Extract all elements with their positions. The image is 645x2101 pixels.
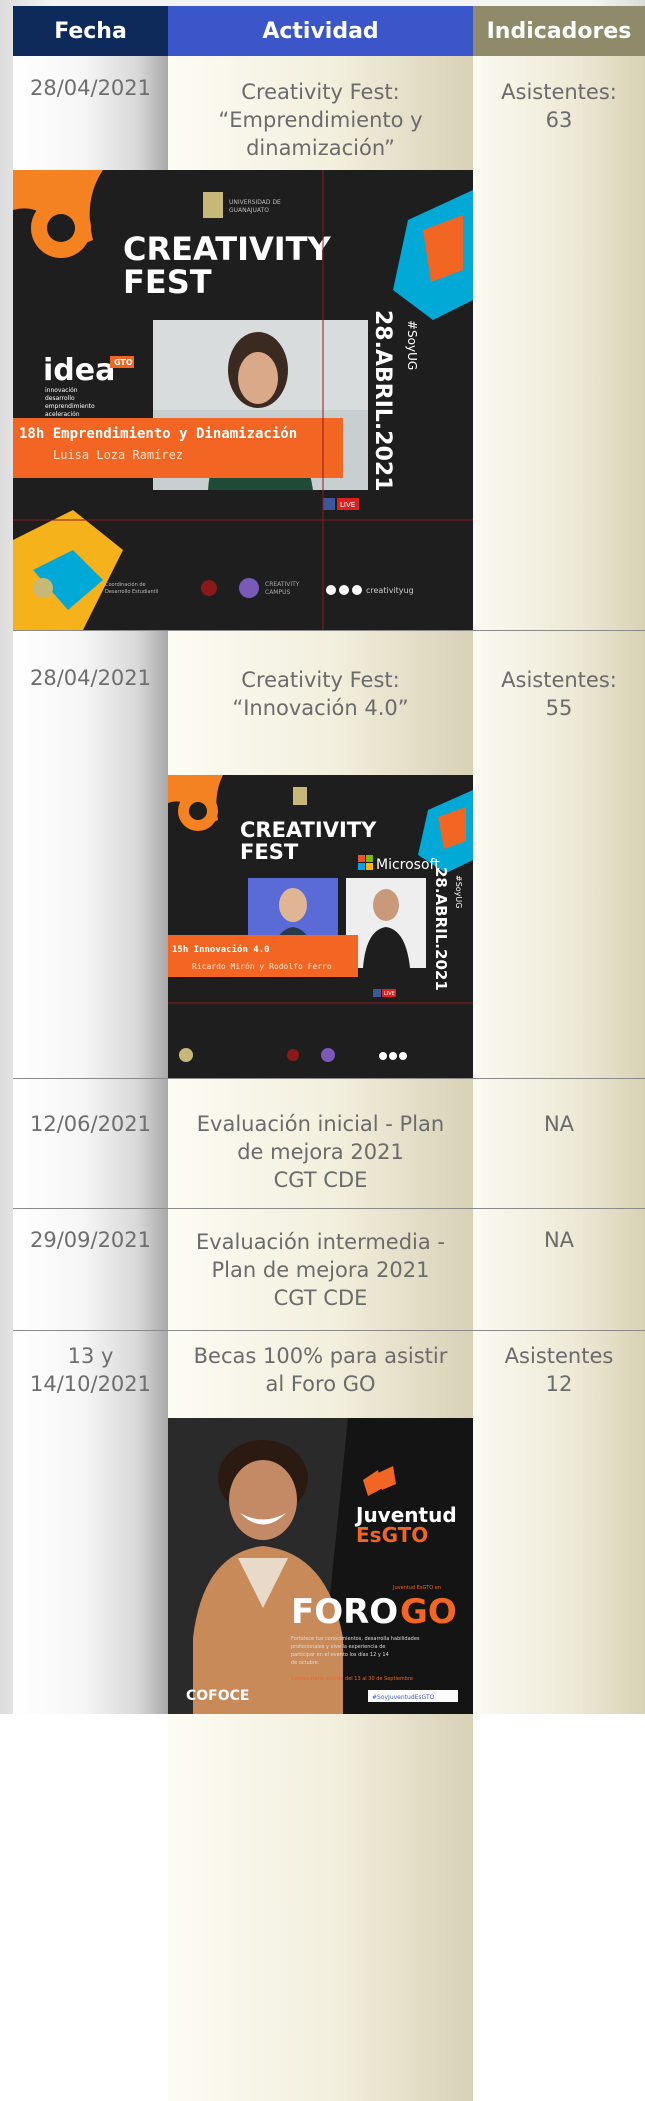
svg-text:LIVE: LIVE — [384, 991, 395, 997]
svg-text:creativityug: creativityug — [366, 586, 414, 595]
poster1-date: 28.ABRIL.2021 — [370, 310, 395, 492]
poster2-date: 28.ABRIL.2021 — [432, 867, 450, 991]
row1-indicador: Asistentes: 63 — [501, 80, 617, 132]
poster3-foro: FORO — [291, 1592, 398, 1632]
row3-actividad: Evaluación inicial - Plan de mejora 2021 C… — [196, 1112, 445, 1192]
svg-text:Coordinación de: Coordinación de — [105, 581, 146, 588]
poster1-banner1: 18h Emprendimiento y Dinamización — [19, 426, 297, 442]
indicadores-column — [473, 56, 645, 1714]
header-indicadores: Indicadores — [473, 6, 645, 56]
row2-actividad: Creativity Fest: “Innovación 4.0” — [232, 668, 409, 720]
row-separator — [13, 630, 645, 631]
header-fecha: Fecha — [13, 6, 168, 56]
svg-text:participar en el evento los dí: participar en el evento los días 12 y 14 — [291, 1651, 389, 1658]
poster1-banner2: Luisa Loza Ramírez — [53, 448, 183, 462]
svg-text:CREATIVITY: CREATIVITY — [265, 581, 300, 588]
svg-text:profesionales y vive la experi: profesionales y vive la experiencia de — [291, 1644, 385, 1650]
poster2-hashtag: #SoyUG — [454, 875, 463, 908]
svg-text:GUANAJUATO: GUANAJUATO — [229, 207, 269, 214]
creativity-fest-poster-2: CREATIVITY FEST Microsoft 15h Innovación… — [168, 775, 473, 1078]
poster2-banner1: 15h Innovación 4.0 — [172, 944, 270, 955]
svg-text:desarrollo: desarrollo — [45, 395, 75, 402]
poster2-title2: FEST — [240, 840, 299, 864]
poster2-title1: CREATIVITY — [240, 818, 377, 842]
poster3-convocatoria: Convocatoria abierta del 13 al 30 de Sep… — [291, 1676, 413, 1682]
svg-text:UNIVERSIDAD DE: UNIVERSIDAD DE — [229, 199, 281, 206]
svg-text:innovación: innovación — [45, 387, 78, 394]
svg-text:LIVE: LIVE — [340, 501, 355, 509]
poster1-brand: idea — [43, 353, 115, 388]
row4-fecha: 29/09/2021 — [29, 1228, 152, 1252]
foro-go-poster: Juventud EsGTO Juventud EsGTO en FORO GO… — [168, 1418, 473, 1714]
poster3-hashtag: #SoyJuventudEsGTO — [372, 1694, 435, 1701]
row3-fecha: 12/06/2021 — [29, 1112, 152, 1136]
row-separator — [13, 1330, 645, 1331]
row4-actividad: Evaluación intermedia - Plan de mejora 20… — [195, 1230, 446, 1310]
creativity-fest-poster-1: UNIVERSIDAD DE GUANAJUATO CREATIVITY FES… — [13, 170, 473, 630]
svg-text:Fortalece tus conocimientos, d: Fortalece tus conocimientos, desarrolla … — [291, 1636, 420, 1642]
row3-indicador: NA — [543, 1112, 575, 1136]
svg-text:aceleración: aceleración — [45, 411, 80, 418]
poster1-title2: FEST — [123, 263, 212, 301]
svg-text:Desarrollo Estudiantil: Desarrollo Estudiantil — [105, 589, 158, 595]
header-actividad: Actividad — [168, 6, 473, 56]
row2-indicador: Asistentes: 55 — [501, 668, 617, 720]
svg-text:GTO: GTO — [114, 358, 133, 367]
row-separator — [13, 1078, 645, 1079]
page: Fecha Actividad Indicadores 28/04/2021 C… — [0, 0, 645, 2101]
poster-1-graphic: UNIVERSIDAD DE GUANAJUATO CREATIVITY FES… — [13, 170, 473, 630]
poster1-hashtag: #SoyUG — [405, 320, 419, 370]
row2-fecha: 28/04/2021 — [29, 666, 152, 690]
poster3-foro2: GO — [400, 1592, 457, 1632]
poster3-small: Juventud EsGTO en — [392, 1585, 441, 1591]
poster2-banner2: Ricardo Mirón y Rodolfo Ferro — [192, 961, 332, 971]
svg-text:CAMPUS: CAMPUS — [265, 589, 290, 596]
row-separator — [13, 1208, 645, 1209]
poster2-partner: Microsoft — [376, 857, 440, 873]
row5-actividad: Becas 100% para asistir al Foro GO — [193, 1344, 448, 1396]
poster3-brand2: EsGTO — [356, 1523, 428, 1547]
row1-fecha: 28/04/2021 — [29, 76, 152, 100]
row4-indicador: NA — [543, 1228, 575, 1252]
poster-3-graphic: Juventud EsGTO Juventud EsGTO en FORO GO… — [168, 1418, 473, 1714]
svg-text:de octubre.: de octubre. — [291, 1660, 320, 1666]
row5-indicador: Asistentes 12 — [504, 1344, 614, 1396]
svg-text:emprendimiento: emprendimiento — [45, 403, 95, 410]
row1-actividad: Creativity Fest: “Emprendimiento y dinamiz… — [218, 80, 423, 160]
poster3-coface: COFOCE — [186, 1688, 249, 1704]
row5-fecha: 13 y 14/10/2021 — [29, 1344, 152, 1396]
poster-2-graphic: CREATIVITY FEST Microsoft 15h Innovación… — [168, 775, 473, 1078]
